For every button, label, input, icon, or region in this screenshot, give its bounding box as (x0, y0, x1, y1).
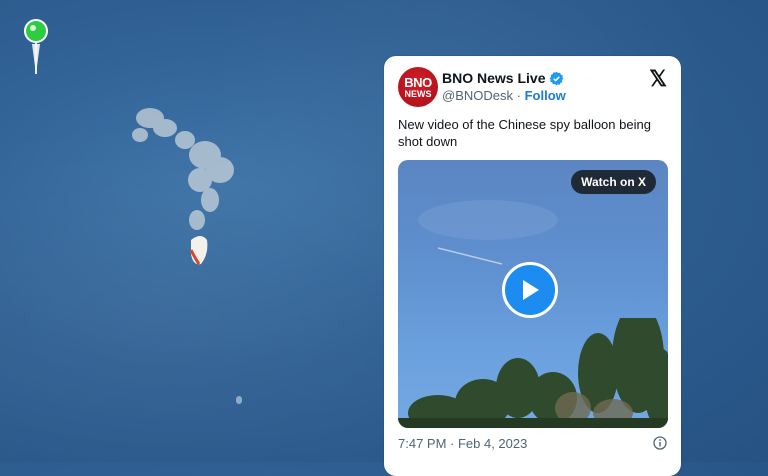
smoke-trail-image (132, 108, 234, 265)
account-name[interactable]: BNO News Live (442, 70, 545, 86)
tweet-timestamp[interactable]: 7:47 PM · Feb 4, 2023 (398, 436, 527, 451)
follow-button[interactable]: Follow (525, 88, 566, 103)
x-logo-icon[interactable]: 𝕏 (649, 66, 667, 92)
treeline-image (398, 318, 668, 428)
avatar-text-top: BNO (404, 74, 432, 90)
separator-dot: · (516, 88, 521, 103)
watch-on-x-button[interactable]: Watch on X (571, 170, 656, 194)
tweet-video[interactable]: Watch on X (398, 160, 668, 428)
handle-row: @BNODesk · Follow (442, 88, 566, 103)
debris-speck (236, 396, 242, 404)
embedded-tweet-card[interactable]: BNO NEWS BNO News Live @BNODesk · Follow… (384, 56, 681, 476)
avatar-text-bottom: NEWS (404, 88, 432, 99)
play-button[interactable] (502, 262, 558, 318)
tweet-text: New video of the Chinese spy balloon bei… (398, 117, 651, 149)
account-handle[interactable]: @BNODesk (442, 88, 513, 103)
map-pin-icon[interactable] (22, 18, 50, 76)
info-icon[interactable] (653, 436, 667, 450)
play-icon (523, 280, 539, 300)
name-row: BNO News Live (442, 70, 564, 86)
account-avatar[interactable]: BNO NEWS (398, 67, 438, 107)
verified-badge-icon (550, 71, 564, 85)
